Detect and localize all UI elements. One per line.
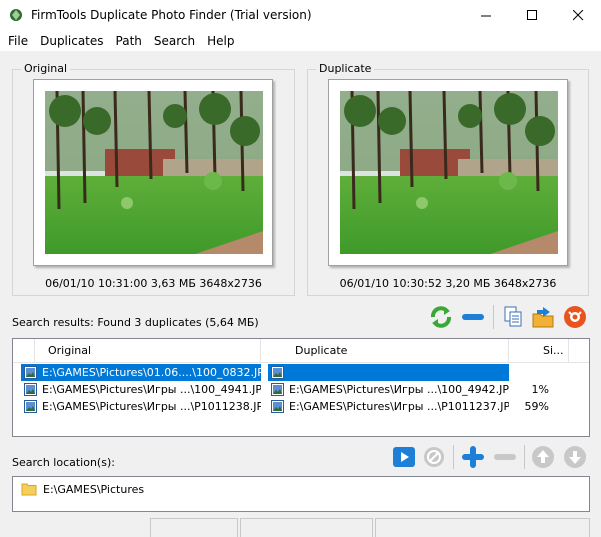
status-pane-2 (240, 518, 373, 537)
status-pane-3 (375, 518, 590, 537)
row-duplicate-path: E:\GAMES\Pictures\Игры ...\100_4942.JPG (289, 383, 509, 396)
close-button[interactable] (555, 0, 601, 31)
original-info: 06/01/10 10:31:00 3,63 МБ 3648x2736 (45, 277, 262, 290)
toolbar-separator (453, 445, 454, 469)
location-path: E:\GAMES\Pictures (43, 482, 145, 496)
row-duplicate-cell: E:\GAMES\Pictures\Игры ...\100_4942.JPG (268, 381, 509, 398)
title-bar: FirmTools Duplicate Photo Finder (Trial … (0, 0, 601, 31)
original-photo[interactable] (45, 91, 263, 254)
toolbar-separator (493, 305, 494, 329)
table-row[interactable]: E:\GAMES\Pictures\01.06....\100_0832.JPG (13, 364, 589, 381)
search-results-label: Search results: Found 3 duplicates (5,64… (12, 316, 259, 329)
results-list[interactable]: Original Duplicate Si... E:\GAMES\Pictur… (12, 338, 590, 437)
row-duplicate-cell (268, 364, 509, 381)
help-button[interactable] (562, 304, 588, 330)
status-bar (0, 516, 601, 537)
image-file-icon (24, 383, 37, 396)
remove-result-button[interactable] (460, 304, 486, 330)
menu-file[interactable]: File (2, 31, 34, 51)
row-similarity: 1% (531, 383, 549, 396)
row-similarity (509, 364, 549, 381)
lifebuoy-icon (564, 306, 586, 328)
minimize-button[interactable] (463, 0, 509, 31)
menu-path[interactable]: Path (110, 31, 148, 51)
image-file-icon (24, 400, 37, 413)
refresh-icon (431, 306, 451, 328)
folder-icon (21, 483, 37, 496)
plus-icon (462, 446, 484, 468)
menu-duplicates[interactable]: Duplicates (34, 31, 109, 51)
table-row[interactable]: E:\GAMES\Pictures\Игры ...\100_4941.JPG … (13, 381, 589, 398)
minimize-icon (480, 15, 491, 17)
row-duplicate-path: E:\GAMES\Pictures\Игры ...\P1011237.JPG (289, 400, 509, 413)
remove-location-button[interactable] (492, 444, 518, 470)
start-search-button[interactable] (391, 444, 417, 470)
original-group: Original 06/01/10 10:31:00 3,63 МБ 3648x… (12, 62, 295, 296)
maximize-icon (526, 10, 537, 20)
status-pane-1 (150, 518, 238, 537)
image-file-icon (24, 366, 37, 379)
image-file-icon (271, 383, 284, 396)
duplicate-group: Duplicate 06/01/10 10:30:52 3,20 МБ 3648… (307, 62, 589, 296)
move-to-folder-icon (532, 307, 554, 328)
table-row[interactable]: E:\GAMES\Pictures\Игры ...\P1011238.JPG … (13, 398, 589, 415)
menu-bar: File Duplicates Path Search Help (0, 31, 601, 51)
duplicate-label: Duplicate (316, 62, 375, 75)
menu-help[interactable]: Help (201, 31, 240, 51)
list-item[interactable]: E:\GAMES\Pictures (21, 482, 144, 496)
play-icon (393, 447, 415, 467)
arrow-up-icon (532, 446, 554, 468)
stop-search-button[interactable] (421, 444, 447, 470)
refresh-button[interactable] (428, 304, 454, 330)
row-original-path: E:\GAMES\Pictures\Игры ...\100_4941.JPG (42, 383, 261, 396)
stop-icon (424, 447, 444, 467)
minus-icon (494, 454, 516, 460)
move-to-folder-button[interactable] (530, 304, 556, 330)
search-location-list[interactable]: E:\GAMES\Pictures (12, 476, 590, 512)
maximize-button[interactable] (509, 0, 555, 31)
copy-files-icon (504, 306, 522, 327)
move-down-button[interactable] (562, 444, 588, 470)
window-title: FirmTools Duplicate Photo Finder (Trial … (31, 8, 312, 22)
column-header-original[interactable]: Original (35, 339, 261, 363)
app-logo-icon (10, 9, 22, 21)
arrow-down-icon (564, 446, 586, 468)
close-icon (572, 10, 583, 21)
image-file-icon (271, 366, 284, 379)
row-original-cell: E:\GAMES\Pictures\Игры ...\P1011238.JPG (21, 398, 261, 415)
duplicate-photo[interactable] (340, 91, 558, 254)
move-up-button[interactable] (530, 444, 556, 470)
toolbar-separator (524, 445, 525, 469)
row-original-path: E:\GAMES\Pictures\Игры ...\P1011238.JPG (42, 400, 261, 413)
column-header-duplicate[interactable]: Duplicate (261, 339, 509, 363)
image-file-icon (271, 400, 284, 413)
add-location-button[interactable] (460, 444, 486, 470)
menu-search[interactable]: Search (148, 31, 201, 51)
row-original-path: E:\GAMES\Pictures\01.06....\100_0832.JPG (42, 366, 261, 379)
column-header-similarity[interactable]: Si... (509, 339, 569, 363)
row-original-cell: E:\GAMES\Pictures\Игры ...\100_4941.JPG (21, 381, 261, 398)
results-list-header: Original Duplicate Si... (13, 339, 589, 363)
minus-icon (462, 314, 484, 320)
row-duplicate-cell: E:\GAMES\Pictures\Игры ...\P1011237.JPG (268, 398, 509, 415)
copy-files-button[interactable] (500, 304, 526, 330)
duplicate-info: 06/01/10 10:30:52 3,20 МБ 3648x2736 (339, 277, 557, 290)
row-similarity: 59% (524, 400, 549, 413)
original-photo-frame (33, 79, 273, 266)
original-label: Original (21, 62, 71, 75)
row-original-cell: E:\GAMES\Pictures\01.06....\100_0832.JPG (21, 364, 261, 381)
column-header-icon[interactable] (13, 339, 35, 363)
search-location-label: Search location(s): (12, 456, 115, 469)
duplicate-photo-frame (328, 79, 568, 266)
